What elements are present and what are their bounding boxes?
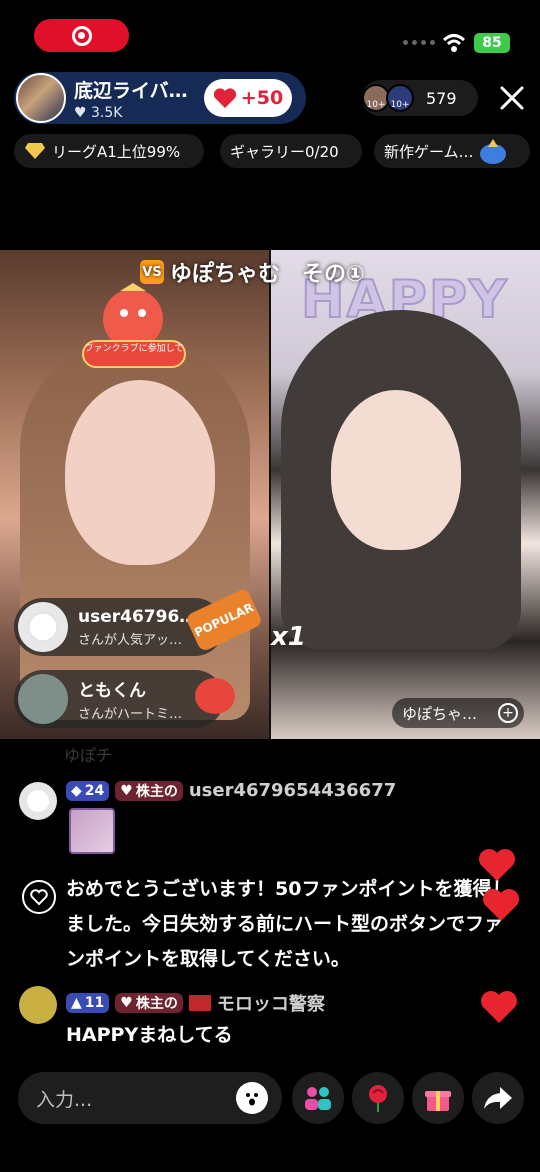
avatar [18,602,68,652]
rose-gift-button[interactable] [352,1072,404,1124]
avatar [18,674,68,724]
faded-chat-line: ゆぽチ [64,746,113,765]
game-icon [479,139,506,164]
chat-message-text: HAPPYまねしてる [66,1024,233,1046]
level-badge: ◆ 24 [66,780,110,801]
share-button[interactable] [472,1072,524,1124]
join-message: さんが人気アッ… [78,632,183,648]
right-streamer-video[interactable]: HAPPY [271,250,540,739]
host-name: 底辺ライバ… [74,79,188,102]
plus-icon[interactable]: + [498,703,518,723]
divider [269,250,271,739]
level-badge: ▲ 11 [66,993,110,1013]
follow-label: +50 [240,87,284,109]
fan-badge: ♥ 株主の [115,780,183,801]
heart-outline-icon [22,880,56,914]
guest-invite-button[interactable] [292,1072,344,1124]
chat-message-header: ▲ 11 ♥ 株主の モロッコ警察 [66,990,325,1016]
chat-username[interactable]: モロッコ警察 [217,990,325,1016]
screen-record-indicator[interactable] [34,19,129,52]
heart-icon: ♥ [120,782,133,799]
heart-icon [213,88,236,108]
gallery-chip[interactable]: ギャラリー0/20 [220,134,362,168]
floating-heart-icon [481,991,517,1023]
battle-title-text: ゆぽちゃむ その① [170,262,365,287]
fan-badge: ♥ 株主の [115,993,183,1013]
join-user-name: ともくん [78,681,146,701]
comment-input[interactable]: 入力... [18,1072,282,1124]
viewer-list[interactable]: 10+ 10+ 579 [362,80,478,116]
host-fan-count: 3.5K [91,104,123,121]
flag-icon [188,995,211,1011]
default-avatar-icon [28,612,58,642]
host-avatar[interactable] [16,73,66,123]
default-avatar-icon [27,790,49,812]
video-image [331,390,461,550]
league-label: リーグA1上位99% [52,142,181,161]
people-icon [305,1087,331,1110]
close-icon[interactable] [496,82,528,114]
chat-username[interactable]: user4679654436677 [189,780,396,801]
heart-icon: ♥ [120,995,133,1011]
gallery-label: ギャラリー0/20 [230,142,339,161]
record-icon [71,25,92,46]
join-notification[interactable]: ともくん さんがハートミ… [14,670,224,728]
new-game-chip[interactable]: 新作ゲーム… [374,134,530,168]
avatar[interactable] [19,986,57,1024]
diamond-icon [25,143,45,159]
right-host-tag[interactable]: ゆぽちゃ… + [392,698,524,728]
gift-button[interactable] [412,1072,464,1124]
share-arrow-icon [484,1087,512,1109]
cellular-signal-icon [403,40,435,45]
gift-icon [425,1091,451,1111]
vs-badge: VS [140,260,164,284]
chat-message-header: ◆ 24 ♥ 株主の user4679654436677 [66,780,396,801]
sticker-image[interactable] [69,808,115,854]
viewer-avatar[interactable]: 10+ [386,84,414,112]
battery-level: 85 [482,35,502,51]
heart-mascot-icon [195,678,235,714]
fanclub-join-label[interactable]: ファンクラブに参加して [82,340,186,368]
join-message: さんがハートミ… [78,707,183,722]
emoji-icon[interactable] [236,1082,268,1114]
video-image [65,380,215,565]
host-card[interactable]: 底辺ライバ… ♥ 3.5K +50 [14,72,306,124]
heart-icon: ♥ [74,104,87,121]
battery-indicator: 85 [474,33,510,53]
comment-input-placeholder: 入力... [36,1088,93,1111]
floating-heart-icon [479,849,515,881]
viewer-count: 579 [426,88,457,108]
league-chip[interactable]: リーグA1上位99% [14,134,204,168]
follow-button[interactable]: +50 [204,79,292,117]
rose-icon [369,1085,387,1112]
right-host-name: ゆぽちゃ… [402,704,478,723]
wifi-icon [442,34,466,52]
fan-point-notice: おめでとうございます！50ファンポイントを獲得しました。今日失効する前にハート型… [66,878,511,970]
avatar[interactable] [19,782,57,820]
join-user-name: user46796… [78,606,197,627]
new-game-label: 新作ゲーム… [384,142,474,161]
floating-heart-icon [483,889,519,921]
multiplier-label: x1 [271,622,306,652]
